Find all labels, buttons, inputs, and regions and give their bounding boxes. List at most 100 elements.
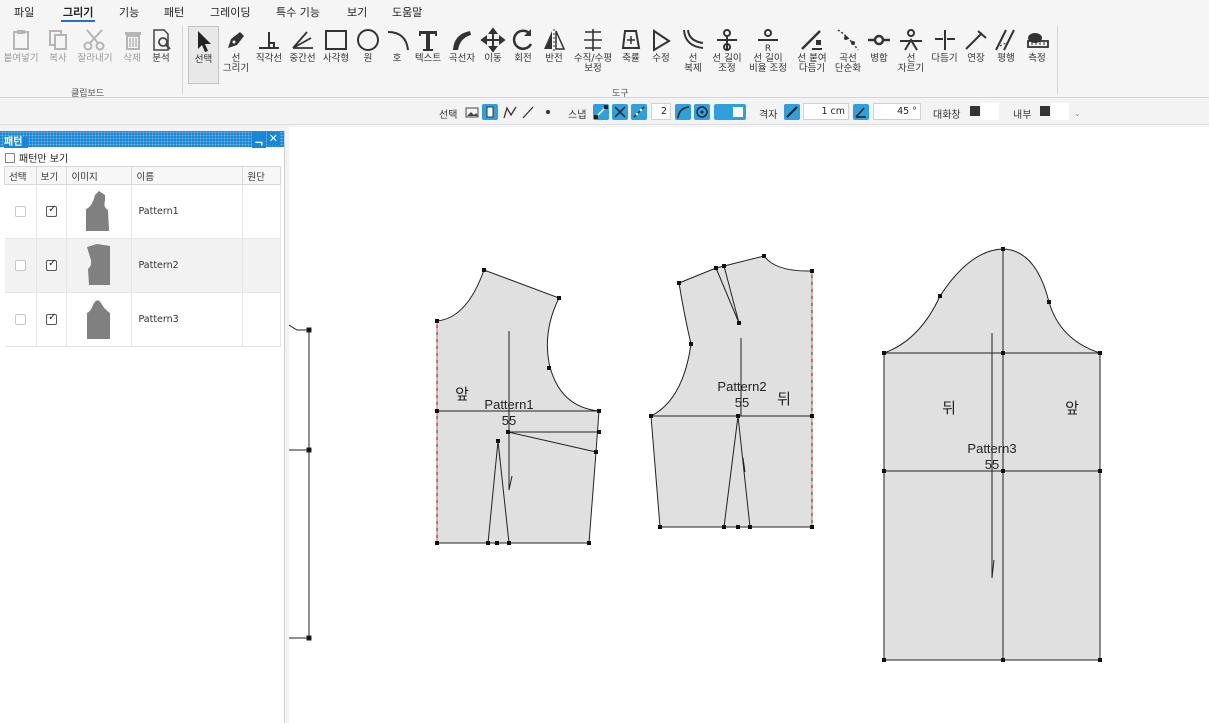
analyze-button[interactable]: 분석: [148, 26, 174, 64]
offset-line-button[interactable]: 선 복제: [677, 26, 709, 74]
merge-tool-label: 병합: [870, 53, 888, 64]
rectangle-tool-button[interactable]: 사각형: [320, 26, 352, 64]
pattern-piece-1[interactable]: 앞 Pattern1 55: [435, 268, 601, 545]
curve-ruler-button[interactable]: 곡선자: [446, 26, 478, 64]
table-row[interactable]: Pattern2: [4, 238, 281, 293]
pattern3-qty: 55: [985, 457, 999, 472]
text-tool-button[interactable]: 텍스트: [411, 26, 445, 64]
edit-tool-button[interactable]: 수정: [646, 26, 676, 64]
parallel-tool-button[interactable]: 평행: [991, 26, 1021, 64]
menu-special[interactable]: 특수 기능: [276, 4, 320, 20]
offscreen-piece[interactable]: [289, 324, 312, 641]
drawing-canvas[interactable]: 앞 Pattern1 55 Pattern2 55 뒤 뒤 앞 Pattern3…: [289, 127, 1209, 723]
snap-divide-icon[interactable]: [631, 104, 647, 120]
menu-draw[interactable]: 그리기: [60, 4, 96, 22]
mirror-tool-button[interactable]: 반전: [539, 26, 569, 64]
row-select-checkbox[interactable]: [14, 206, 26, 217]
cut-line-label: 선 자르기: [897, 53, 925, 74]
rotate-tool-button[interactable]: 회전: [508, 26, 538, 64]
col-visible[interactable]: 보기: [35, 166, 68, 185]
paste-button[interactable]: 붙여넣기: [2, 26, 40, 64]
ratio-length-button[interactable]: R 선 길이 비율 조정: [745, 26, 791, 74]
options-overflow-icon[interactable]: ⌄: [1074, 109, 1081, 118]
shrink-tool-button[interactable]: 축률: [617, 26, 645, 64]
circle-tool-button[interactable]: 원: [353, 26, 383, 64]
arc-tool-button[interactable]: 호: [384, 26, 410, 64]
point-select-icon[interactable]: [540, 104, 556, 120]
move-tool-button[interactable]: 이동: [479, 26, 507, 64]
pattern-piece-2[interactable]: Pattern2 55 뒤: [649, 254, 814, 529]
trim-tool-button[interactable]: 다듬기: [928, 26, 961, 64]
delete-button[interactable]: 삭제: [119, 26, 145, 64]
perpendicular-tool-button[interactable]: 직각선: [253, 26, 285, 64]
select-tool-button[interactable]: 선택: [188, 26, 219, 84]
copy-button[interactable]: 복사: [44, 26, 72, 64]
pattern-piece-3[interactable]: 뒤 앞 Pattern3 55: [882, 247, 1102, 662]
polyline-select-icon[interactable]: [502, 104, 518, 120]
snap-curve-icon[interactable]: [675, 104, 691, 120]
table-row[interactable]: Pattern1: [4, 184, 281, 239]
pen-tool-button[interactable]: 선 그리기: [220, 26, 252, 74]
join-trim-button[interactable]: 선 붙여 다듬기: [792, 26, 832, 74]
line-length-button[interactable]: 선 길이 조정: [710, 26, 744, 74]
simplify-curve-button[interactable]: 곡선 단순화: [833, 26, 863, 74]
angle-input[interactable]: 45 °: [873, 103, 921, 120]
dialog-color-field[interactable]: [981, 103, 999, 120]
menu-pattern[interactable]: 패턴: [164, 4, 184, 20]
cut-line-icon: [900, 29, 922, 51]
line-length-icon: [717, 29, 737, 51]
inner-label: 내부: [1013, 110, 1032, 121]
row-fabric: [242, 238, 281, 293]
snap-endpoint-icon[interactable]: [593, 104, 609, 120]
panel-title-bar[interactable]: 패턴 ᆨ ✕: [0, 131, 284, 148]
menu-view[interactable]: 보기: [347, 4, 367, 20]
row-visible-checkbox[interactable]: [46, 258, 58, 271]
measure-tool-button[interactable]: 측정: [1022, 26, 1052, 64]
image-select-icon[interactable]: [464, 104, 480, 120]
snap-toggle[interactable]: [714, 104, 746, 120]
col-image[interactable]: 이미지: [66, 166, 133, 185]
only-patterns-checkbox[interactable]: [5, 153, 15, 163]
pen-tool-label: 선 그리기: [222, 53, 250, 74]
dialog-color-swatch[interactable]: [970, 106, 980, 116]
delete-label: 삭제: [123, 53, 141, 64]
pattern3-side-left: 뒤: [942, 399, 956, 417]
cut-button[interactable]: 잘라내기: [75, 26, 115, 64]
row-select-checkbox[interactable]: [14, 260, 26, 271]
perpendicular-tool-label: 직각선: [255, 53, 283, 64]
grid-size-input[interactable]: 1 cm: [803, 103, 849, 120]
inner-color-swatch[interactable]: [1040, 106, 1050, 116]
cut-line-button[interactable]: 선 자르기: [895, 26, 927, 74]
snap-center-icon[interactable]: [694, 104, 710, 120]
col-fabric[interactable]: 원단: [242, 166, 281, 185]
menu-help[interactable]: 도움말: [392, 4, 422, 20]
menu-grading[interactable]: 그레이딩: [210, 4, 250, 20]
merge-tool-button[interactable]: 병합: [864, 26, 894, 64]
pin-icon[interactable]: ᆨ: [251, 132, 266, 148]
grid-ruler-icon[interactable]: [784, 104, 800, 120]
table-row[interactable]: Pattern3: [4, 292, 281, 347]
angle-snap-icon[interactable]: [853, 104, 869, 120]
snap-intersection-icon[interactable]: [612, 104, 628, 120]
inner-color-field[interactable]: [1051, 103, 1069, 120]
menu-function[interactable]: 기능: [119, 4, 139, 20]
only-patterns-row[interactable]: 패턴만 보기: [0, 147, 284, 167]
row-visible-checkbox[interactable]: [46, 204, 58, 217]
angle-bisector-icon: [291, 31, 313, 49]
move-icon: [480, 27, 506, 53]
bisector-tool-button[interactable]: 중간선: [286, 26, 319, 64]
row-select-checkbox[interactable]: [14, 314, 26, 325]
align-tool-button[interactable]: 수직/수평 보정: [570, 26, 616, 74]
piece-select-icon[interactable]: [482, 104, 498, 120]
col-name[interactable]: 이름: [131, 166, 244, 185]
extend-tool-button[interactable]: 연장: [962, 26, 990, 64]
line-select-icon[interactable]: [520, 104, 536, 120]
col-select[interactable]: 선택: [4, 166, 37, 185]
close-icon[interactable]: ✕: [266, 132, 280, 145]
row-visible-checkbox[interactable]: [46, 312, 58, 325]
panel-title: 패턴: [4, 137, 29, 148]
join-trim-label: 선 붙여 다듬기: [797, 53, 827, 74]
snap-count-input[interactable]: 2: [651, 103, 671, 120]
dialog-label: 대화창: [933, 110, 961, 121]
menu-file[interactable]: 파일: [14, 4, 34, 20]
